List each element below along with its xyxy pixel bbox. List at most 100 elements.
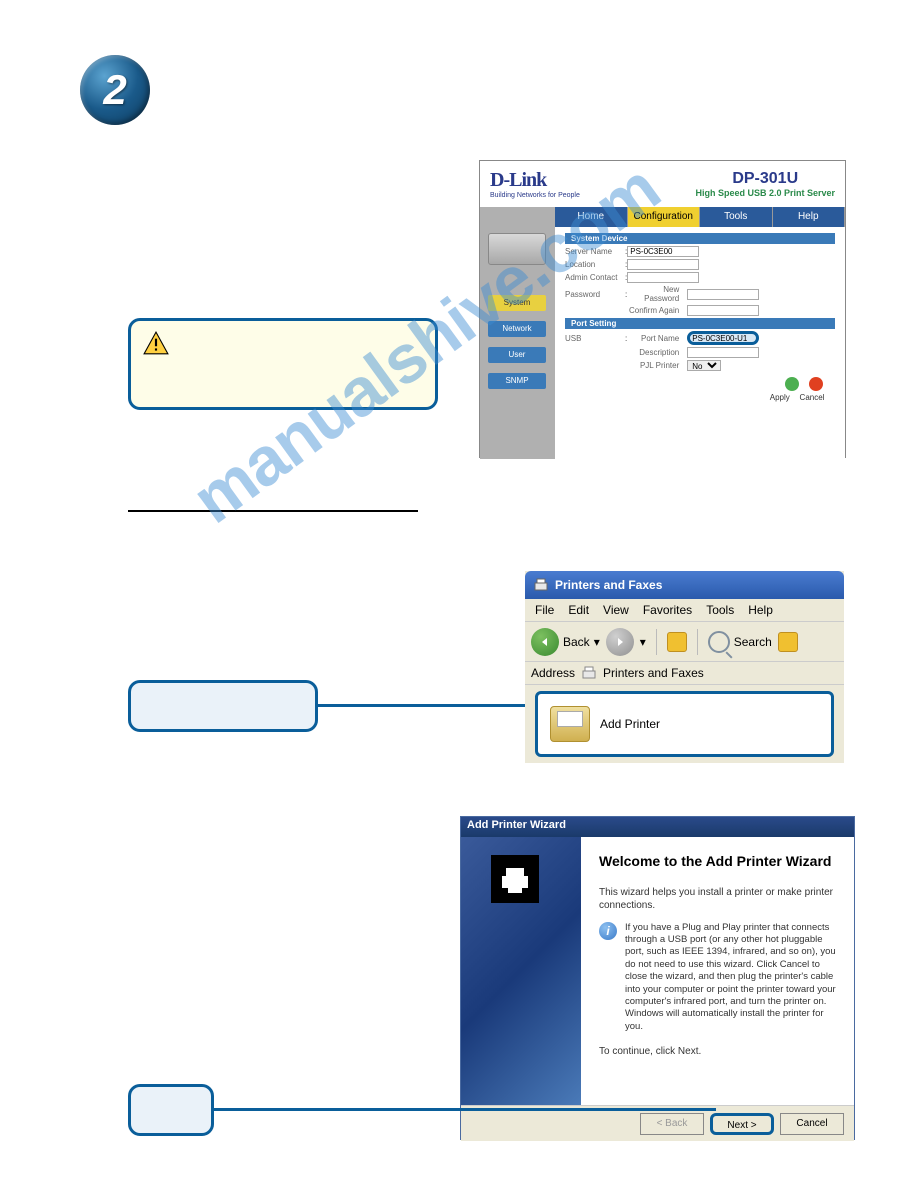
back-arrow-icon — [531, 628, 559, 656]
add-printer-icon — [550, 706, 590, 742]
label-admin-contact: Admin Contact — [565, 273, 625, 282]
wizard-titlebar: Add Printer Wizard — [461, 817, 854, 837]
apply-icon[interactable] — [785, 377, 799, 391]
dlink-tagline: Building Networks for People — [490, 192, 580, 199]
back-dropdown-icon: ▾ — [594, 635, 600, 649]
pf-menu: File Edit View Favorites Tools Help — [525, 599, 844, 622]
input-location[interactable] — [627, 259, 699, 270]
wizard-continue: To continue, click Next. — [599, 1045, 836, 1058]
dlink-logo-block: D-Link Building Networks for People — [490, 169, 580, 199]
dlink-model-block: DP-301U High Speed USB 2.0 Print Server — [695, 170, 835, 198]
menu-favorites[interactable]: Favorites — [643, 603, 692, 617]
search-button[interactable]: Search — [708, 631, 772, 653]
input-description[interactable] — [687, 347, 759, 358]
search-label: Search — [734, 635, 772, 649]
callout-box-next — [128, 1084, 214, 1136]
toolbar-separator — [656, 629, 657, 655]
pf-titlebar: Printers and Faxes — [525, 571, 844, 599]
label-password: Password — [565, 290, 625, 299]
label-new-password: New Password — [627, 285, 687, 303]
dlink-logo: D-Link — [490, 169, 580, 192]
sidebar-user[interactable]: User — [488, 347, 546, 363]
dlink-body: System Network User SNMP System Device S… — [480, 227, 845, 459]
input-confirm-again[interactable] — [687, 305, 759, 316]
label-location: Location — [565, 260, 625, 269]
info-icon: i — [599, 922, 617, 940]
label-port-name: Port Name — [627, 334, 687, 343]
input-admin-contact[interactable] — [627, 272, 699, 283]
forward-button[interactable] — [606, 628, 634, 656]
pf-addressbar: Address Printers and Faxes — [525, 662, 844, 685]
section-system-device: System Device — [565, 233, 835, 244]
pf-toolbar: Back ▾ ▾ Search — [525, 622, 844, 662]
address-icon — [581, 665, 597, 681]
select-pjl-printer[interactable]: No — [687, 360, 721, 371]
dlink-config-panel: D-Link Building Networks for People DP-3… — [479, 160, 846, 458]
dlink-content: System Device Server Name: Location: Adm… — [555, 227, 845, 459]
callout-box-add-printer — [128, 680, 318, 732]
cancel-label: Cancel — [797, 393, 827, 402]
dlink-sidebar: System Network User SNMP — [480, 227, 555, 459]
back-label: Back — [563, 635, 590, 649]
wizard-cancel-button[interactable]: Cancel — [780, 1113, 844, 1135]
printers-icon — [533, 577, 549, 593]
label-pjl-printer: PJL Printer — [627, 361, 687, 370]
cancel-icon[interactable] — [809, 377, 823, 391]
warning-box — [128, 318, 438, 410]
pf-title-text: Printers and Faxes — [555, 578, 662, 592]
sidebar-network[interactable]: Network — [488, 321, 546, 337]
input-new-password[interactable] — [687, 289, 759, 300]
tab-configuration[interactable]: Configuration — [628, 207, 701, 227]
dlink-model: DP-301U — [695, 170, 835, 188]
address-value: Printers and Faxes — [603, 666, 704, 680]
tab-help[interactable]: Help — [773, 207, 846, 227]
address-label: Address — [531, 666, 575, 680]
warning-icon — [143, 331, 169, 355]
printers-faxes-window: Printers and Faxes File Edit View Favori… — [525, 571, 844, 763]
label-usb: USB — [565, 334, 625, 343]
wizard-heading: Welcome to the Add Printer Wizard — [599, 853, 836, 870]
folders-icon[interactable] — [778, 632, 798, 652]
apply-label: Apply — [765, 393, 795, 402]
toolbar-separator — [697, 629, 698, 655]
menu-file[interactable]: File — [535, 603, 554, 617]
up-folder-icon[interactable] — [667, 632, 687, 652]
wizard-back-button[interactable]: < Back — [640, 1113, 704, 1135]
wizard-printer-icon — [491, 855, 539, 903]
wizard-info-block: i If you have a Plug and Play printer th… — [599, 922, 836, 1033]
add-printer-item[interactable]: Add Printer — [535, 691, 834, 757]
section-underline — [128, 510, 418, 512]
search-icon — [708, 631, 730, 653]
menu-view[interactable]: View — [603, 603, 629, 617]
step-number: 2 — [103, 66, 126, 114]
wizard-sidebar — [461, 837, 581, 1105]
tab-tools[interactable]: Tools — [700, 207, 773, 227]
add-printer-label: Add Printer — [600, 717, 660, 731]
menu-help[interactable]: Help — [748, 603, 773, 617]
label-server-name: Server Name — [565, 247, 625, 256]
sidebar-snmp[interactable]: SNMP — [488, 373, 546, 389]
wizard-content: Welcome to the Add Printer Wizard This w… — [581, 837, 854, 1105]
add-printer-wizard: Add Printer Wizard Welcome to the Add Pr… — [460, 816, 855, 1140]
sidebar-system[interactable]: System — [488, 295, 546, 311]
callout-connector-2 — [214, 1108, 716, 1111]
dlink-subtitle: High Speed USB 2.0 Print Server — [695, 188, 835, 198]
dlink-actions: Apply Cancel — [565, 373, 835, 406]
callout-connector-1 — [318, 704, 534, 707]
wizard-next-button[interactable]: Next > — [710, 1113, 774, 1135]
tab-home[interactable]: Home — [555, 207, 628, 227]
input-server-name[interactable] — [627, 246, 699, 257]
label-description: Description — [627, 348, 687, 357]
dlink-tabs: Home Configuration Tools Help — [555, 207, 845, 227]
menu-tools[interactable]: Tools — [706, 603, 734, 617]
dlink-header: D-Link Building Networks for People DP-3… — [480, 161, 845, 207]
section-port-setting: Port Setting — [565, 318, 835, 329]
wizard-info-text: If you have a Plug and Play printer that… — [625, 922, 836, 1033]
wizard-intro: This wizard helps you install a printer … — [599, 886, 836, 912]
back-button[interactable]: Back ▾ — [531, 628, 600, 656]
menu-edit[interactable]: Edit — [568, 603, 589, 617]
step-badge: 2 — [80, 55, 150, 125]
device-image — [488, 233, 546, 265]
forward-dropdown-icon: ▾ — [640, 635, 646, 649]
input-port-name[interactable] — [687, 331, 759, 345]
